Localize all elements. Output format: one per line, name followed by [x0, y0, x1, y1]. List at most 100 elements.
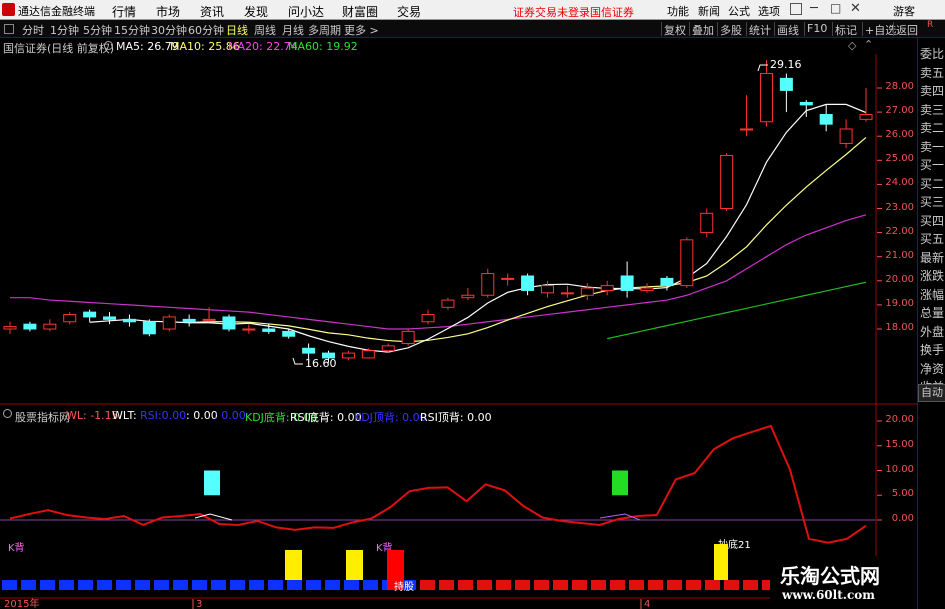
candle-body: [262, 328, 276, 332]
signal-cell: [325, 580, 340, 590]
sidebar-item[interactable]: 卖三: [918, 102, 945, 118]
indicator-settings-icon[interactable]: [3, 409, 12, 418]
btn-draw[interactable]: 画线: [774, 22, 801, 37]
menu-item-market[interactable]: 行情: [112, 3, 136, 20]
period-monthly[interactable]: 月线: [282, 22, 304, 38]
candle-body: [341, 352, 355, 359]
sidebar-item[interactable]: 涨跌: [918, 268, 945, 284]
sidebar-item[interactable]: 换手: [918, 342, 945, 358]
btn-multi-stock[interactable]: 多股: [717, 22, 744, 37]
candle-body: [461, 294, 475, 299]
close-icon[interactable]: ✕: [850, 1, 861, 16]
price-axis-label: 27.00: [885, 105, 914, 117]
signal-cell: [686, 580, 701, 590]
value-a: : 0.00: [186, 409, 218, 422]
menu-news[interactable]: 新闻: [698, 3, 720, 19]
period-daily[interactable]: 日线: [226, 22, 248, 38]
signal-cell: [496, 580, 511, 590]
sidebar-item[interactable]: 卖二: [918, 120, 945, 136]
watermark-url: www.60lt.com: [782, 588, 875, 602]
k-divergence-label-1: K背: [8, 541, 25, 554]
sidebar-item[interactable]: 最新: [918, 250, 945, 266]
candle-body: [580, 287, 594, 296]
indicator-axis-label: 10.00: [885, 463, 914, 475]
menu-item-markets[interactable]: 市场: [156, 3, 180, 20]
btn-overlay[interactable]: 叠加: [689, 22, 716, 37]
maximize-icon[interactable]: □: [830, 1, 841, 15]
period-15min[interactable]: 15分钟: [114, 22, 150, 38]
sidebar-item[interactable]: 买五: [918, 231, 945, 247]
signal-cell: [78, 580, 93, 590]
period-tick[interactable]: 分时: [22, 22, 44, 38]
price-axis-label: 23.00: [885, 201, 914, 213]
candle-body: [43, 323, 57, 330]
candle-body: [103, 316, 117, 320]
menu-item-discover[interactable]: 发现: [244, 3, 268, 20]
signal-cell: [477, 580, 492, 590]
candle-body: [859, 114, 873, 120]
candle-body: [222, 316, 236, 330]
menu-item-wealth[interactable]: 财富圈: [342, 3, 378, 20]
sidebar-item[interactable]: 卖四: [918, 83, 945, 99]
menu-function[interactable]: 功能: [667, 3, 689, 19]
btn-restore[interactable]: 复权: [661, 22, 688, 37]
price-axis-label: 28.00: [885, 81, 914, 92]
yellow-signal-block: [285, 550, 302, 580]
guest-user[interactable]: 游客: [893, 3, 915, 19]
menu-item-news[interactable]: 资讯: [200, 3, 224, 20]
toolbar-toggle-icon[interactable]: [4, 24, 14, 34]
sidebar-item[interactable]: 总量: [918, 305, 945, 321]
sidebar-item[interactable]: 卖一: [918, 139, 945, 155]
candle-body: [401, 330, 415, 344]
sidebar-item[interactable]: 外盘: [918, 324, 945, 340]
btn-back[interactable]: 返回: [893, 22, 920, 37]
ma10-line: [189, 136, 867, 343]
period-60min[interactable]: 60分钟: [188, 22, 224, 38]
green-signal-block: [612, 470, 628, 496]
sidebar-item[interactable]: 买四: [918, 213, 945, 229]
signal-cell: [610, 580, 625, 590]
sidebar-item[interactable]: 涨幅: [918, 287, 945, 303]
wlt-value: WLT:: [112, 409, 137, 422]
indicator-axis-label: 15.00: [885, 438, 914, 450]
indicator-signal-blocks: [204, 470, 628, 496]
price-axis-label: 18.00: [885, 322, 914, 333]
candle-body: [441, 299, 455, 308]
signal-cell: [249, 580, 264, 590]
btn-f10[interactable]: F10: [804, 22, 829, 36]
signal-cell: [591, 580, 606, 590]
sidebar-item[interactable]: 买一: [918, 157, 945, 173]
broker-name: 国信证券: [590, 6, 634, 19]
period-5min[interactable]: 5分钟: [83, 22, 112, 38]
value-b: : 0.00: [214, 409, 246, 422]
period-1min[interactable]: 1分钟: [50, 22, 79, 38]
btn-stats[interactable]: 统计: [746, 22, 773, 37]
login-status[interactable]: 证券交易未登录: [513, 4, 590, 20]
sidebar-item[interactable]: 净资: [918, 361, 945, 377]
auto-button[interactable]: 自动: [918, 384, 945, 402]
period-multi[interactable]: 多周期: [308, 22, 341, 38]
signal-cell: [21, 580, 36, 590]
btn-mark[interactable]: 标记: [832, 22, 859, 37]
ma20-line: [10, 214, 867, 330]
watermark-title: 乐淘公式网: [780, 564, 880, 588]
high-price-label: 29.16: [770, 58, 802, 71]
candle-body: [640, 287, 654, 291]
sidebar-item[interactable]: 买三: [918, 194, 945, 210]
skin-icon[interactable]: [790, 3, 802, 15]
period-more[interactable]: 更多 >: [344, 22, 379, 38]
menu-options[interactable]: 选项: [758, 3, 780, 19]
candle-body: [700, 212, 714, 234]
menu-item-trade[interactable]: 交易: [397, 3, 421, 20]
sidebar-item[interactable]: 卖五: [918, 65, 945, 81]
minimize-icon[interactable]: ─: [810, 1, 818, 16]
candle-body: [759, 73, 773, 123]
menu-item-ask[interactable]: 问小达: [288, 3, 324, 20]
period-30min[interactable]: 30分钟: [151, 22, 187, 38]
sidebar-item[interactable]: 买二: [918, 176, 945, 192]
sidebar-item[interactable]: 委比: [918, 46, 945, 62]
indicator-name[interactable]: 股票指标网: [15, 409, 70, 425]
period-weekly[interactable]: 周线: [254, 22, 276, 38]
menu-formula[interactable]: 公式: [728, 3, 750, 19]
signal-cell: [97, 580, 112, 590]
